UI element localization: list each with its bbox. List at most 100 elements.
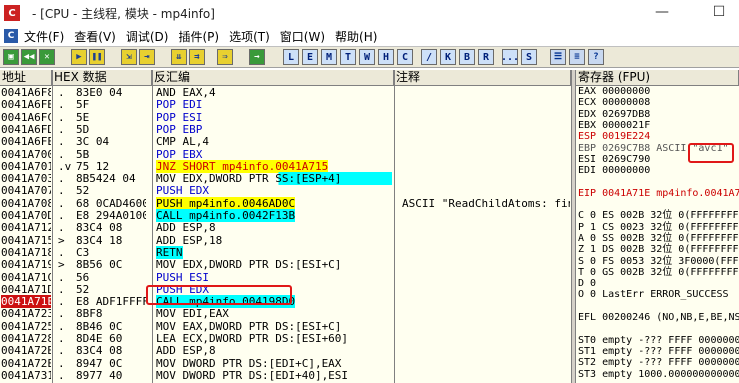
register-row[interactable]: O 0 LastErr ERROR_SUCCESS: [578, 289, 739, 301]
header-comment[interactable]: 注释: [394, 70, 571, 86]
trace-over-icon[interactable]: ⇉: [189, 49, 205, 65]
rewind-icon[interactable]: ◀◀: [21, 49, 37, 65]
menu-file[interactable]: 文件(F): [22, 28, 72, 45]
toolbar-patches-button[interactable]: /: [421, 49, 437, 65]
open-icon[interactable]: ▣: [3, 49, 19, 65]
step-into-icon[interactable]: ⇲: [121, 49, 137, 65]
column-divider[interactable]: [152, 70, 153, 383]
register-row[interactable]: EFL 00200246 (NO,NB,E,BE,NS: [578, 312, 739, 324]
header-disasm[interactable]: 反汇编: [152, 70, 394, 86]
code-row[interactable]: 0041A728. 8D4E 60 LEA ECX,DWORD PTR DS:[ES…: [0, 332, 571, 345]
register-row[interactable]: P 1 CS 0023 32位 0(FFFFFFFF): [578, 222, 739, 234]
code-hex: 83E0 04: [76, 86, 123, 99]
code-row[interactable]: 0041A6FD. 5D POP EBP: [0, 123, 571, 136]
code-disasm: MOV EDX,DWORD PTR DS:[ESI+C]: [156, 258, 342, 272]
code-marker: .: [58, 270, 65, 284]
register-row[interactable]: ST2 empty -??? FFFF 00000000: [578, 357, 739, 369]
toolbar-windows-button[interactable]: W: [359, 49, 375, 65]
code-row[interactable]: 0041A725. 8B46 0C MOV EAX,DWORD PTR DS:[ES…: [0, 320, 571, 333]
code-row[interactable]: 0041A712. 83C4 08 ADD ESP,8: [0, 221, 571, 234]
register-row[interactable]: Z 1 DS 002B 32位 0(FFFFFFFF): [578, 244, 739, 256]
code-row[interactable]: 0041A6F8. 83E0 04 AND EAX,4: [0, 86, 571, 99]
code-row[interactable]: 0041A71C. 56 PUSH ESI: [0, 271, 571, 284]
code-row[interactable]: 0041A731. 8977 40 MOV DWORD PTR DS:[EDI+40…: [0, 369, 571, 382]
register-row[interactable]: [578, 301, 739, 313]
toolbar-references-button[interactable]: R: [478, 49, 494, 65]
register-row[interactable]: C 0 ES 002B 32位 0(FFFFFFFF): [578, 210, 739, 222]
toolbar-source-button[interactable]: S: [521, 49, 537, 65]
code-row[interactable]: 0041A718. C3 RETN: [0, 245, 571, 259]
run-icon[interactable]: ▶: [71, 49, 87, 65]
register-row[interactable]: EAX 00000000: [578, 86, 739, 98]
code-row[interactable]: 0041A701 .v 75 12 JNZ SHORT mp4info.0041A71…: [0, 159, 571, 173]
code-row[interactable]: 0041A719 >8B56 0C MOV EDX,DWORD PTR DS:[ES…: [0, 258, 571, 271]
code-row[interactable]: 0041A72B. 83C4 08 ADD ESP,8: [0, 344, 571, 357]
column-divider[interactable]: [52, 70, 53, 383]
register-row[interactable]: [578, 323, 739, 335]
register-row[interactable]: [578, 176, 739, 188]
code-row[interactable]: 0041A6FE. 3C 04 CMP AL,4: [0, 135, 571, 148]
code-row[interactable]: 0041A715 >83C4 18 ADD ESP,18: [0, 234, 571, 247]
code-row[interactable]: 0041A723. 8BF8 MOV EDI,EAX: [0, 307, 571, 320]
toolbar-call-stack-button[interactable]: K: [440, 49, 456, 65]
register-row[interactable]: ST0 empty -??? FFFF 00000000: [578, 335, 739, 347]
registers-pane[interactable]: EAX 00000000 ECX 00000008 EDX 02697DB8 EBX …: [576, 86, 739, 383]
code-row[interactable]: 0041A6FC. 5E POP ESI: [0, 111, 571, 124]
code-row[interactable]: 0041A707. 52 PUSH EDX: [0, 184, 571, 197]
help-icon[interactable]: ?: [588, 49, 604, 65]
menu-debug[interactable]: 调试(D): [124, 28, 177, 45]
toolbar-cpu-button[interactable]: C: [397, 49, 413, 65]
toolbar-executable-modules-button[interactable]: E: [302, 49, 318, 65]
code-address: 0041A71E: [1, 295, 51, 309]
menu-plugins[interactable]: 插件(P): [176, 28, 227, 45]
register-row[interactable]: ESP 0019E224: [578, 131, 739, 143]
cpu-window-icon[interactable]: C: [4, 29, 18, 43]
execute-till-return-icon[interactable]: ⇒: [217, 49, 233, 65]
header-registers[interactable]: 寄存器 (FPU): [576, 70, 739, 86]
code-row[interactable]: 0041A700. 5B POP EBX: [0, 148, 571, 161]
toolbar-handles-button[interactable]: H: [378, 49, 394, 65]
avc1-highlight-box: [688, 143, 734, 163]
menu-help[interactable]: 帮助(H): [333, 28, 385, 45]
register-row[interactable]: ST1 empty -??? FFFF 00000000: [578, 346, 739, 358]
close-icon[interactable]: ✕: [39, 49, 55, 65]
disassembly-pane[interactable]: 0041A6F8. 83E0 04 AND EAX,4 0041A6FB. 5F POP …: [0, 86, 571, 383]
minimize-button[interactable]: —: [653, 4, 671, 20]
toolbar-threads-button[interactable]: T: [340, 49, 356, 65]
code-hex: 5E: [76, 110, 90, 124]
toolbar-run-trace-button[interactable]: ...: [501, 49, 519, 65]
code-row[interactable]: 0041A72E. 8947 0C MOV DWORD PTR DS:[EDI+C]…: [0, 357, 571, 370]
pause-icon[interactable]: ❚❚: [89, 49, 105, 65]
code-disasm: PUSH EDX: [156, 184, 209, 198]
column-divider[interactable]: [394, 70, 395, 383]
code-marker: .v: [58, 159, 72, 173]
step-over-icon[interactable]: ⇥: [139, 49, 155, 65]
register-row[interactable]: EIP 0041A71E mp4info.0041A71E: [578, 188, 739, 200]
code-marker: >: [58, 258, 65, 272]
toolbar-memory-map-button[interactable]: M: [321, 49, 337, 65]
register-row[interactable]: EBX 0000021F: [578, 120, 739, 132]
maximize-button[interactable]: ☐: [710, 4, 728, 20]
register-row[interactable]: EDX 02697DB8: [578, 109, 739, 121]
header-hex[interactable]: HEX 数据: [52, 70, 152, 86]
options-icon[interactable]: ☰: [550, 49, 566, 65]
register-row[interactable]: D 0: [578, 278, 739, 290]
header-address[interactable]: 地址: [0, 70, 52, 86]
code-row[interactable]: 0041A708. 68 0CAD4600 PUSH mp4info.0046AD0…: [0, 196, 571, 210]
menu-options[interactable]: 选项(T): [227, 28, 278, 45]
register-row[interactable]: EDI 00000000: [578, 165, 739, 177]
menu-window[interactable]: 窗口(W): [278, 28, 333, 45]
register-row[interactable]: ST3 empty 1000.000000000000: [578, 369, 739, 381]
register-row[interactable]: T 0 GS 002B 32位 0(FFFFFFFF): [578, 267, 739, 279]
trace-into-icon[interactable]: ⇊: [171, 49, 187, 65]
register-row[interactable]: S 0 FS 0053 32位 3F0000(FFF): [578, 256, 739, 268]
toolbar-log-button[interactable]: L: [283, 49, 299, 65]
goto-icon[interactable]: →: [249, 49, 265, 65]
menu-view[interactable]: 查看(V): [72, 28, 124, 45]
code-row[interactable]: 0041A6FB. 5F POP EDI: [0, 98, 571, 111]
code-row[interactable]: 0041A70D. E8 294A0100 CALL mp4info.0042F13…: [0, 209, 571, 222]
register-row[interactable]: ECX 00000008: [578, 97, 739, 109]
appearance-icon[interactable]: ≡: [569, 49, 585, 65]
toolbar-breakpoints-button[interactable]: B: [459, 49, 475, 65]
code-row[interactable]: 0041A703. 8B5424 04 MOV EDX,DWORD PTR SS:[…: [0, 172, 571, 186]
